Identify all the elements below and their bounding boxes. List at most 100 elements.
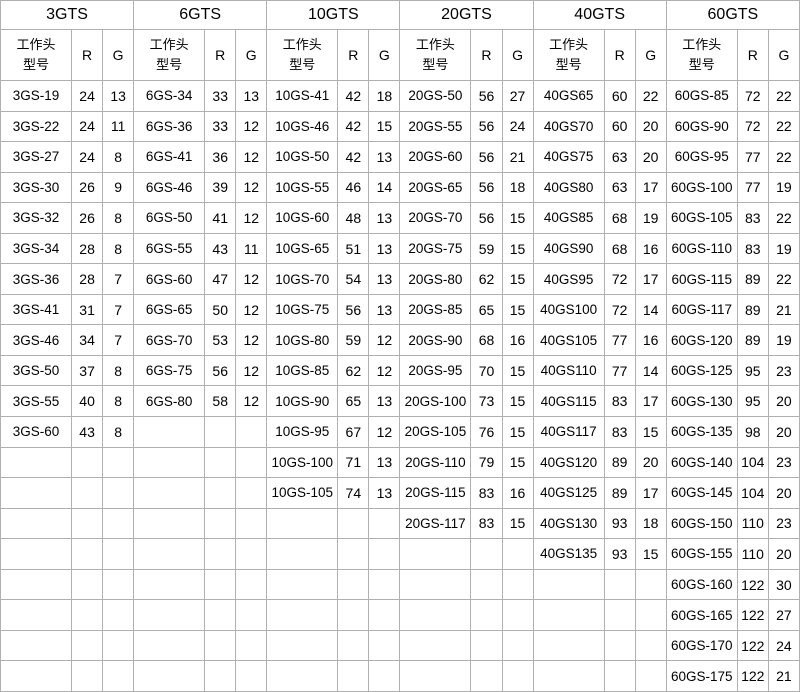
cell-g: 15	[502, 355, 533, 386]
cell-r: 93	[604, 508, 635, 539]
cell-g: 15	[502, 386, 533, 417]
cell-r: 98	[737, 417, 768, 448]
cell-model: 60GS-117	[666, 294, 737, 325]
cell-model	[400, 630, 471, 661]
cell-g: 17	[635, 478, 666, 509]
cell-model: 20GS-65	[400, 172, 471, 203]
table-row: 20GS-117831540GS130931860GS-15011023	[1, 508, 800, 539]
cell-g	[635, 600, 666, 631]
cell-model: 3GS-36	[1, 264, 72, 295]
cell-g: 15	[502, 447, 533, 478]
cell-model: 40GS90	[533, 233, 604, 264]
cell-g: 13	[236, 81, 267, 112]
cell-r	[471, 539, 502, 570]
cell-model: 60GS-160	[666, 569, 737, 600]
cell-model: 3GS-50	[1, 355, 72, 386]
cell-g: 13	[369, 233, 400, 264]
cell-model: 6GS-36	[134, 111, 205, 142]
cell-g: 7	[103, 325, 134, 356]
cell-model: 40GS80	[533, 172, 604, 203]
cell-r: 34	[72, 325, 103, 356]
cell-r: 83	[471, 508, 502, 539]
cell-r: 68	[604, 203, 635, 234]
r-header: R	[737, 30, 768, 81]
cell-r	[72, 508, 103, 539]
cell-g: 20	[768, 386, 799, 417]
cell-r: 26	[72, 172, 103, 203]
table-row: 3GS-342886GS-55431110GS-65511320GS-75591…	[1, 233, 800, 264]
cell-r: 72	[604, 264, 635, 295]
cell-r: 59	[471, 233, 502, 264]
cell-g: 27	[502, 81, 533, 112]
cell-r: 63	[604, 142, 635, 173]
table-row: 10GS-100711320GS-110791540GS120892060GS-…	[1, 447, 800, 478]
cell-g	[236, 447, 267, 478]
cell-r: 73	[471, 386, 502, 417]
cell-g: 19	[635, 203, 666, 234]
model-header: 工作头 型号	[533, 30, 604, 81]
cell-model: 40GS105	[533, 325, 604, 356]
cell-r	[205, 661, 236, 692]
cell-r: 53	[205, 325, 236, 356]
table-row: 3GS-554086GS-80581210GS-90651320GS-10073…	[1, 386, 800, 417]
cell-model: 6GS-75	[134, 355, 205, 386]
cell-model: 20GS-85	[400, 294, 471, 325]
cell-r	[72, 661, 103, 692]
cell-r	[205, 600, 236, 631]
table-row: 3GS-503786GS-75561210GS-85621220GS-95701…	[1, 355, 800, 386]
cell-r: 83	[604, 417, 635, 448]
subheader-row: 工作头 型号RG工作头 型号RG工作头 型号RG工作头 型号RG工作头 型号RG…	[1, 30, 800, 81]
cell-r: 40	[72, 386, 103, 417]
cell-g: 13	[369, 447, 400, 478]
page: 3GTS6GTS10GTS20GTS40GTS60GTS工作头 型号 R G 工作头 …	[0, 0, 800, 692]
cell-model: 6GS-41	[134, 142, 205, 173]
cell-model	[533, 569, 604, 600]
cell-r: 33	[205, 81, 236, 112]
table-row: 3GS-302696GS-46391210GS-55461420GS-65561…	[1, 172, 800, 203]
group-header-row: 3GTS6GTS10GTS20GTS40GTS60GTS	[1, 1, 800, 30]
cell-model	[267, 539, 338, 570]
cell-model: 20GS-95	[400, 355, 471, 386]
model-header: 工作头 型号	[1, 30, 72, 81]
cell-g	[236, 478, 267, 509]
cell-model: 60GS-110	[666, 233, 737, 264]
table-row: 10GS-105741320GS-115831640GS125891760GS-…	[1, 478, 800, 509]
g-header: G	[635, 30, 666, 81]
cell-g: 12	[369, 417, 400, 448]
cell-g: 22	[635, 81, 666, 112]
r-header: R	[471, 30, 502, 81]
cell-g: 8	[103, 233, 134, 264]
table-row: 3GS-413176GS-65501210GS-75561320GS-85651…	[1, 294, 800, 325]
cell-model: 20GS-75	[400, 233, 471, 264]
cell-g	[236, 417, 267, 448]
cell-g: 20	[768, 478, 799, 509]
cell-r	[205, 447, 236, 478]
cell-r	[205, 508, 236, 539]
cell-model: 3GS-27	[1, 142, 72, 173]
cell-g	[103, 661, 134, 692]
cell-model: 60GS-85	[666, 81, 737, 112]
cell-model: 60GS-170	[666, 630, 737, 661]
cell-g: 21	[768, 294, 799, 325]
cell-g: 12	[236, 386, 267, 417]
cell-model: 60GS-135	[666, 417, 737, 448]
cell-g: 23	[768, 508, 799, 539]
cell-g: 9	[103, 172, 134, 203]
table-row: 3GS-322686GS-50411210GS-60481320GS-70561…	[1, 203, 800, 234]
cell-r: 122	[737, 569, 768, 600]
table-row: 3GS-6043810GS-95671220GS-105761540GS1178…	[1, 417, 800, 448]
cell-model: 40GS100	[533, 294, 604, 325]
cell-g: 12	[236, 264, 267, 295]
cell-model: 20GS-80	[400, 264, 471, 295]
cell-r: 42	[338, 142, 369, 173]
cell-r	[72, 447, 103, 478]
cell-model: 40GS75	[533, 142, 604, 173]
cell-g	[635, 569, 666, 600]
cell-model: 6GS-80	[134, 386, 205, 417]
cell-r: 77	[604, 355, 635, 386]
cell-model: 20GS-70	[400, 203, 471, 234]
cell-r: 56	[205, 355, 236, 386]
group-header-40gts: 40GTS	[533, 1, 666, 30]
cell-r: 39	[205, 172, 236, 203]
cell-g: 30	[768, 569, 799, 600]
